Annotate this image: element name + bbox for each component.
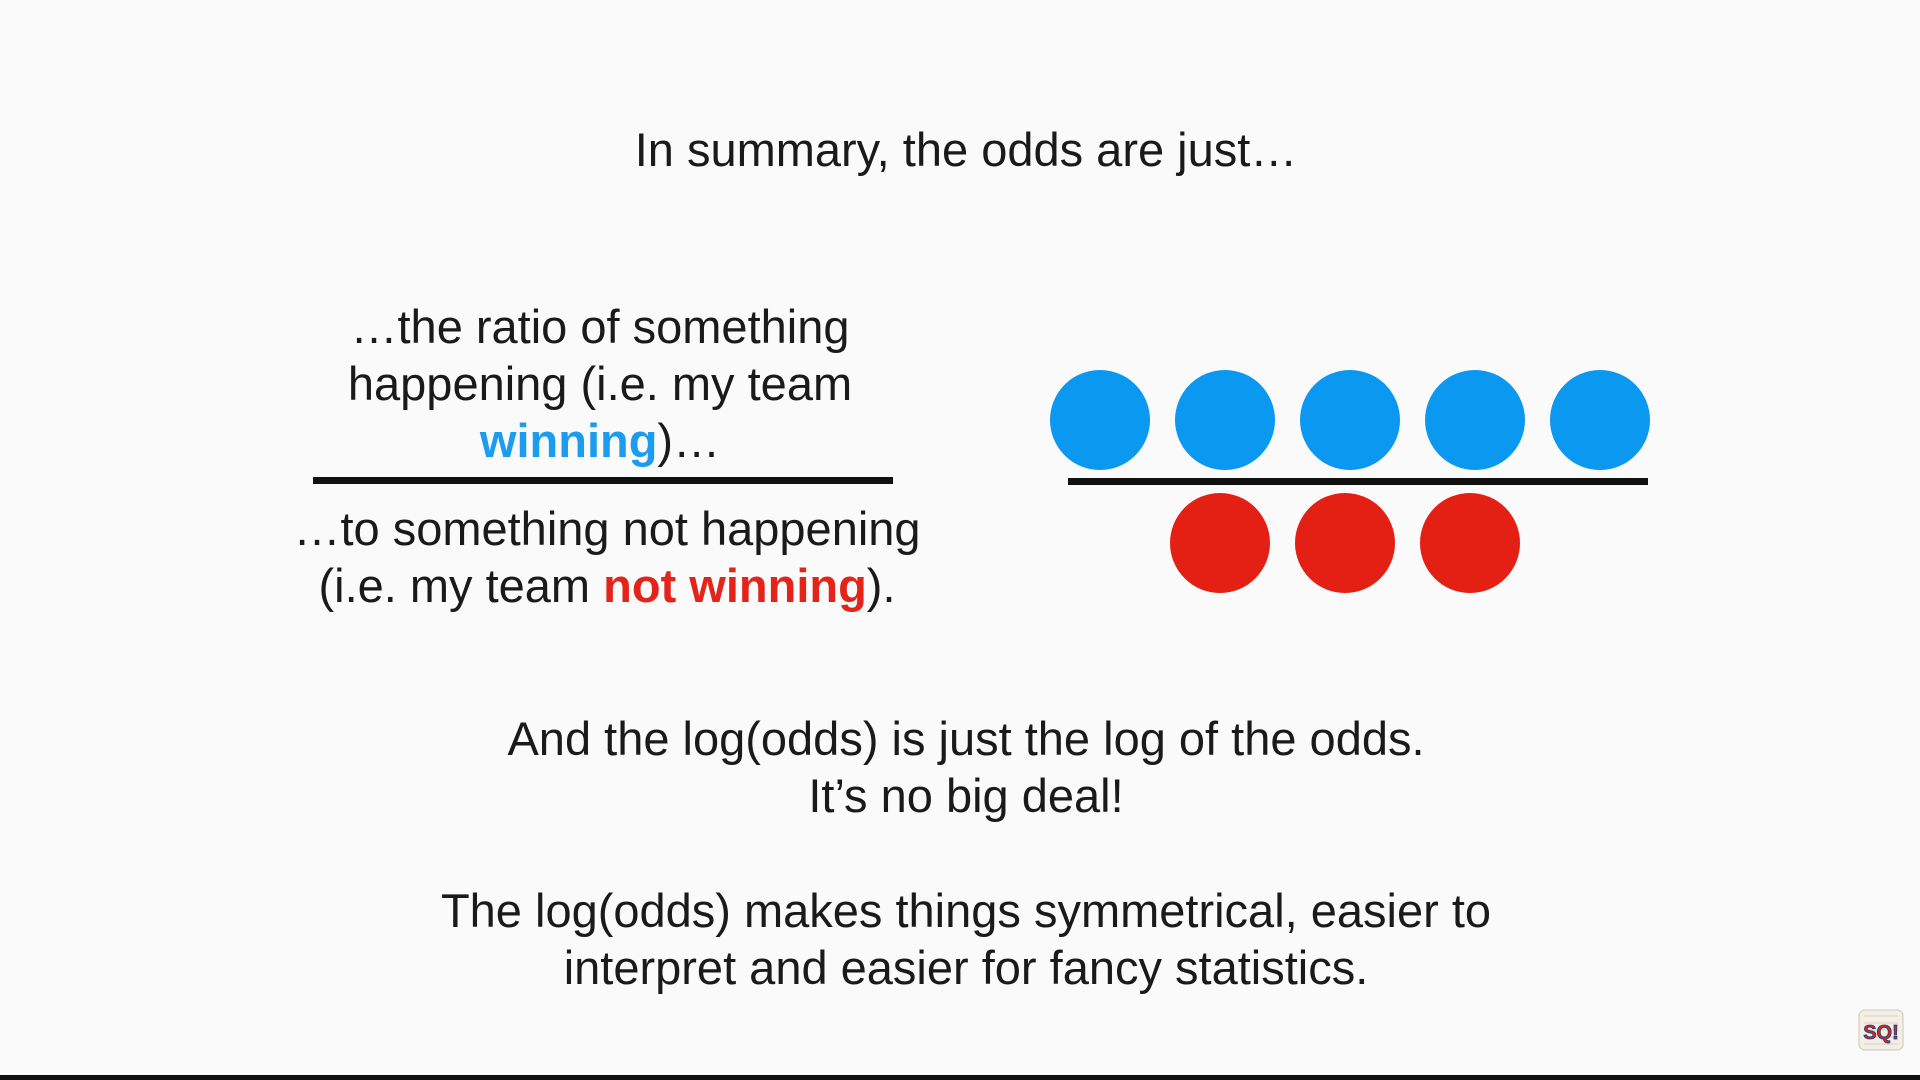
dots-fraction-bar bbox=[1068, 478, 1648, 485]
win-circle bbox=[1550, 370, 1650, 470]
odds-dots-diagram bbox=[1050, 365, 1670, 605]
win-circle bbox=[1175, 370, 1275, 470]
statquest-logo-icon: SQ! bbox=[1856, 1006, 1906, 1054]
not-winning-highlight: not winning bbox=[603, 559, 867, 612]
lose-circle bbox=[1170, 493, 1270, 593]
fraction-denominator: …to something not happening (i.e. my tea… bbox=[237, 500, 977, 614]
logo-lettering: SQ! bbox=[1863, 1022, 1899, 1044]
denominator-line-1: …to something not happening bbox=[293, 502, 921, 555]
denominator-tail: ). bbox=[866, 559, 896, 612]
numerator-line-3: winning)… bbox=[290, 412, 910, 469]
win-circle bbox=[1050, 370, 1150, 470]
logodds-line-1: And the log(odds) is just the log of the… bbox=[507, 712, 1425, 765]
fraction-numerator: …the ratio of something happening (i.e. … bbox=[290, 298, 910, 469]
bottom-border bbox=[0, 1075, 1920, 1080]
win-circle bbox=[1300, 370, 1400, 470]
slide: In summary, the odds are just… …the rati… bbox=[0, 0, 1920, 1080]
numerator-line-2: happening (i.e. my team bbox=[347, 357, 853, 410]
winning-highlight: winning bbox=[479, 414, 658, 467]
win-circle bbox=[1425, 370, 1525, 470]
summary-line-1: The log(odds) makes things symmetrical, … bbox=[440, 884, 1492, 937]
slide-title: In summary, the odds are just… bbox=[634, 123, 1298, 176]
denominator-lead: (i.e. my team bbox=[318, 559, 604, 612]
numerator-line-1: …the ratio of something bbox=[350, 300, 850, 353]
logodds-line-2: It’s no big deal! bbox=[808, 769, 1124, 822]
summary-line-2: interpret and easier for fancy statistic… bbox=[563, 941, 1369, 994]
denominator-line-2: (i.e. my team not winning). bbox=[237, 557, 977, 614]
lose-circle bbox=[1295, 493, 1395, 593]
numerator-tail: )… bbox=[657, 414, 721, 467]
lose-circle bbox=[1420, 493, 1520, 593]
logodds-summary: The log(odds) makes things symmetrical, … bbox=[0, 882, 1920, 996]
fraction-bar bbox=[313, 477, 893, 484]
logodds-explanation: And the log(odds) is just the log of the… bbox=[0, 710, 1920, 824]
